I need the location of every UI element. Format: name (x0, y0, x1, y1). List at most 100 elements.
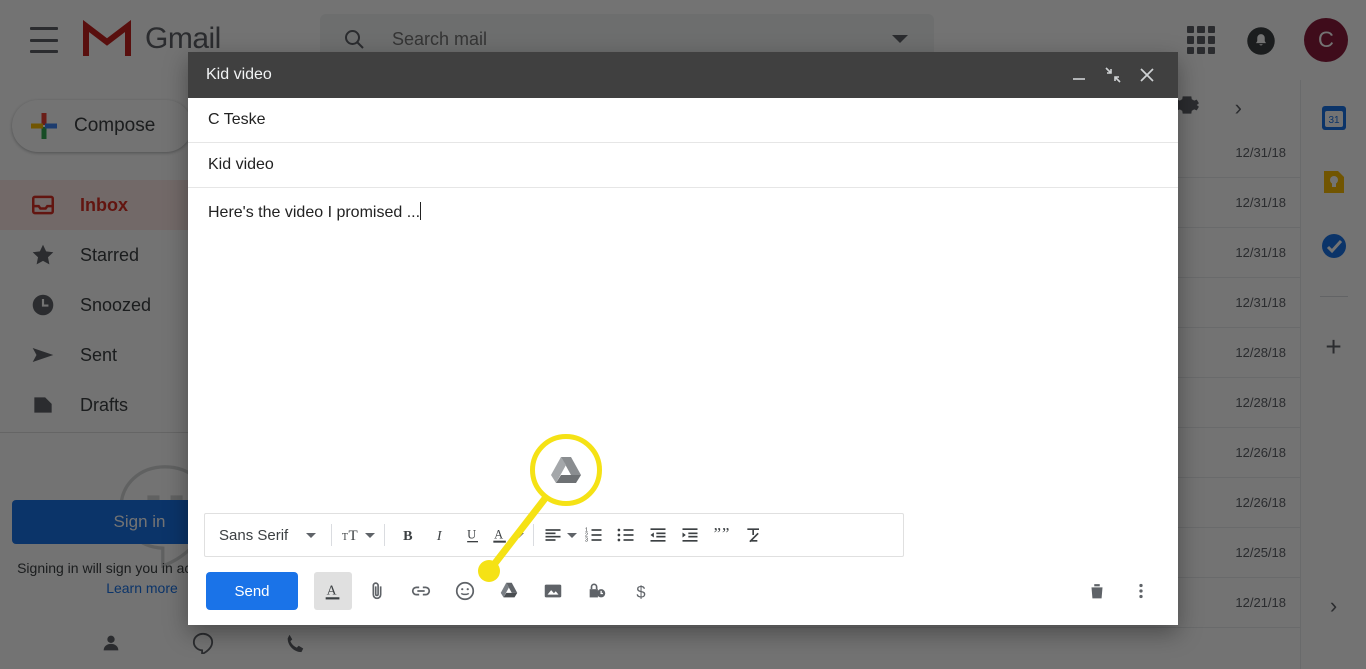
row-date: 12/21/18 (1235, 595, 1286, 610)
font-size-icon: T T (342, 528, 358, 544)
font-size-button[interactable]: T T (341, 519, 376, 551)
bold-button[interactable]: B (394, 519, 424, 551)
indent-less-button[interactable] (643, 519, 673, 551)
italic-button[interactable]: I (426, 519, 456, 551)
phone-icon[interactable] (284, 632, 306, 654)
sidebar-item-label: Sent (80, 344, 118, 365)
quote-button[interactable]: ” ” (707, 519, 737, 551)
italic-icon: I (436, 528, 443, 544)
svg-text:$: $ (636, 583, 645, 601)
hangouts-status-icon[interactable] (192, 632, 214, 654)
main-menu-icon[interactable] (30, 27, 58, 53)
bold-icon: B (403, 528, 413, 544)
subject-value: Kid video (208, 156, 274, 173)
screenshot-root: Gmail C (0, 0, 1366, 669)
row-date: 12/26/18 (1235, 445, 1286, 460)
align-button[interactable] (543, 519, 578, 551)
more-options-button[interactable] (1122, 572, 1160, 610)
row-date: 12/31/18 (1235, 145, 1286, 160)
gmail-wordmark: Gmail (145, 22, 221, 55)
remove-formatting-icon (747, 528, 760, 543)
google-keep-icon[interactable] (1320, 168, 1348, 196)
bulleted-list-button[interactable] (611, 519, 641, 551)
compose-button-label: Compose (74, 115, 156, 136)
expand-panel-button[interactable]: › (1330, 593, 1337, 619)
confidential-mode-button[interactable] (578, 572, 616, 610)
svg-text:U: U (467, 527, 476, 541)
dollar-icon: $ (636, 583, 645, 601)
google-calendar-icon[interactable]: 31 (1320, 104, 1348, 132)
send-button[interactable]: Send (206, 572, 298, 610)
recipients-field[interactable]: C Teske (188, 98, 1178, 143)
google-drive-icon (500, 582, 518, 598)
subject-field[interactable]: Kid video (188, 143, 1178, 188)
sidebar-footer-icons (0, 625, 320, 661)
svg-text:”: ” (722, 525, 729, 543)
right-side-panel: 31 + › (1300, 80, 1366, 669)
row-date: 12/31/18 (1235, 295, 1286, 310)
row-date: 12/26/18 (1235, 495, 1286, 510)
paperclip-icon (372, 582, 382, 600)
svg-text:A: A (494, 527, 503, 541)
align-icon (545, 529, 561, 541)
plus-icon (31, 113, 57, 139)
insert-link-button[interactable] (402, 572, 440, 610)
avatar[interactable]: C (1304, 18, 1348, 62)
person-icon[interactable] (100, 632, 122, 654)
close-button[interactable] (1130, 58, 1164, 92)
message-body[interactable]: Here's the video I promised ... (188, 188, 1178, 488)
underline-button[interactable]: U (458, 519, 488, 551)
compose-window-title: Kid video (206, 66, 272, 83)
lock-clock-icon (589, 583, 606, 598)
font-family-dropdown[interactable]: Sans Serif (213, 519, 322, 551)
formatting-options-button[interactable]: A (314, 572, 352, 610)
row-date: 12/28/18 (1235, 395, 1286, 410)
fullscreen-button[interactable] (1096, 58, 1130, 92)
text-color-button[interactable]: A (490, 519, 525, 551)
insert-photo-button[interactable] (534, 572, 572, 610)
chevron-down-icon (567, 532, 578, 538)
svg-text:”: ” (714, 525, 721, 543)
learn-more-link[interactable]: Learn more (106, 580, 178, 596)
svg-text:B: B (403, 528, 413, 544)
indent-more-button[interactable] (675, 519, 705, 551)
gmail-m-icon (83, 20, 131, 56)
next-page-button[interactable]: › (1235, 95, 1242, 121)
emoji-icon (455, 581, 475, 601)
google-apps-icon[interactable] (1187, 26, 1215, 54)
sidebar-item-label: Snoozed (80, 294, 152, 315)
photo-icon (544, 584, 562, 598)
insert-emoji-button[interactable] (446, 572, 484, 610)
chevron-down-icon[interactable] (892, 35, 908, 43)
google-tasks-icon[interactable] (1320, 232, 1348, 260)
sidebar-item-label: Starred (80, 244, 140, 265)
row-date: 12/31/18 (1235, 245, 1286, 260)
numbered-list-button[interactable]: 1 2 3 (579, 519, 609, 551)
svg-text:I: I (436, 528, 443, 544)
link-icon (411, 586, 431, 596)
font-family-value: Sans Serif (219, 526, 289, 544)
quote-icon: ” ” (714, 525, 730, 543)
insert-money-button[interactable]: $ (622, 572, 660, 610)
compose-window: Kid video C Teske Kid video Here's the v… (188, 52, 1178, 625)
text-color-icon: A (493, 527, 507, 543)
star-icon (32, 244, 54, 265)
chevron-down-icon (514, 532, 525, 538)
text-cursor (420, 202, 422, 220)
svg-text:A: A (327, 583, 337, 598)
attach-file-button[interactable] (358, 572, 396, 610)
compose-button[interactable]: Compose (12, 100, 192, 152)
trash-icon (1091, 584, 1103, 599)
add-app-button[interactable]: + (1325, 333, 1341, 361)
indent-less-icon (650, 528, 666, 542)
svg-text:31: 31 (1328, 115, 1340, 126)
minimize-button[interactable] (1062, 58, 1096, 92)
notifications-bell-icon[interactable] (1246, 26, 1276, 56)
sidebar-item-label: Drafts (80, 394, 129, 415)
right-panel-divider (1319, 296, 1348, 297)
search-input[interactable] (392, 28, 892, 50)
more-vertical-icon (1139, 583, 1143, 599)
remove-formatting-button[interactable] (739, 519, 769, 551)
svg-text:T: T (342, 532, 348, 543)
discard-draft-button[interactable] (1078, 572, 1116, 610)
